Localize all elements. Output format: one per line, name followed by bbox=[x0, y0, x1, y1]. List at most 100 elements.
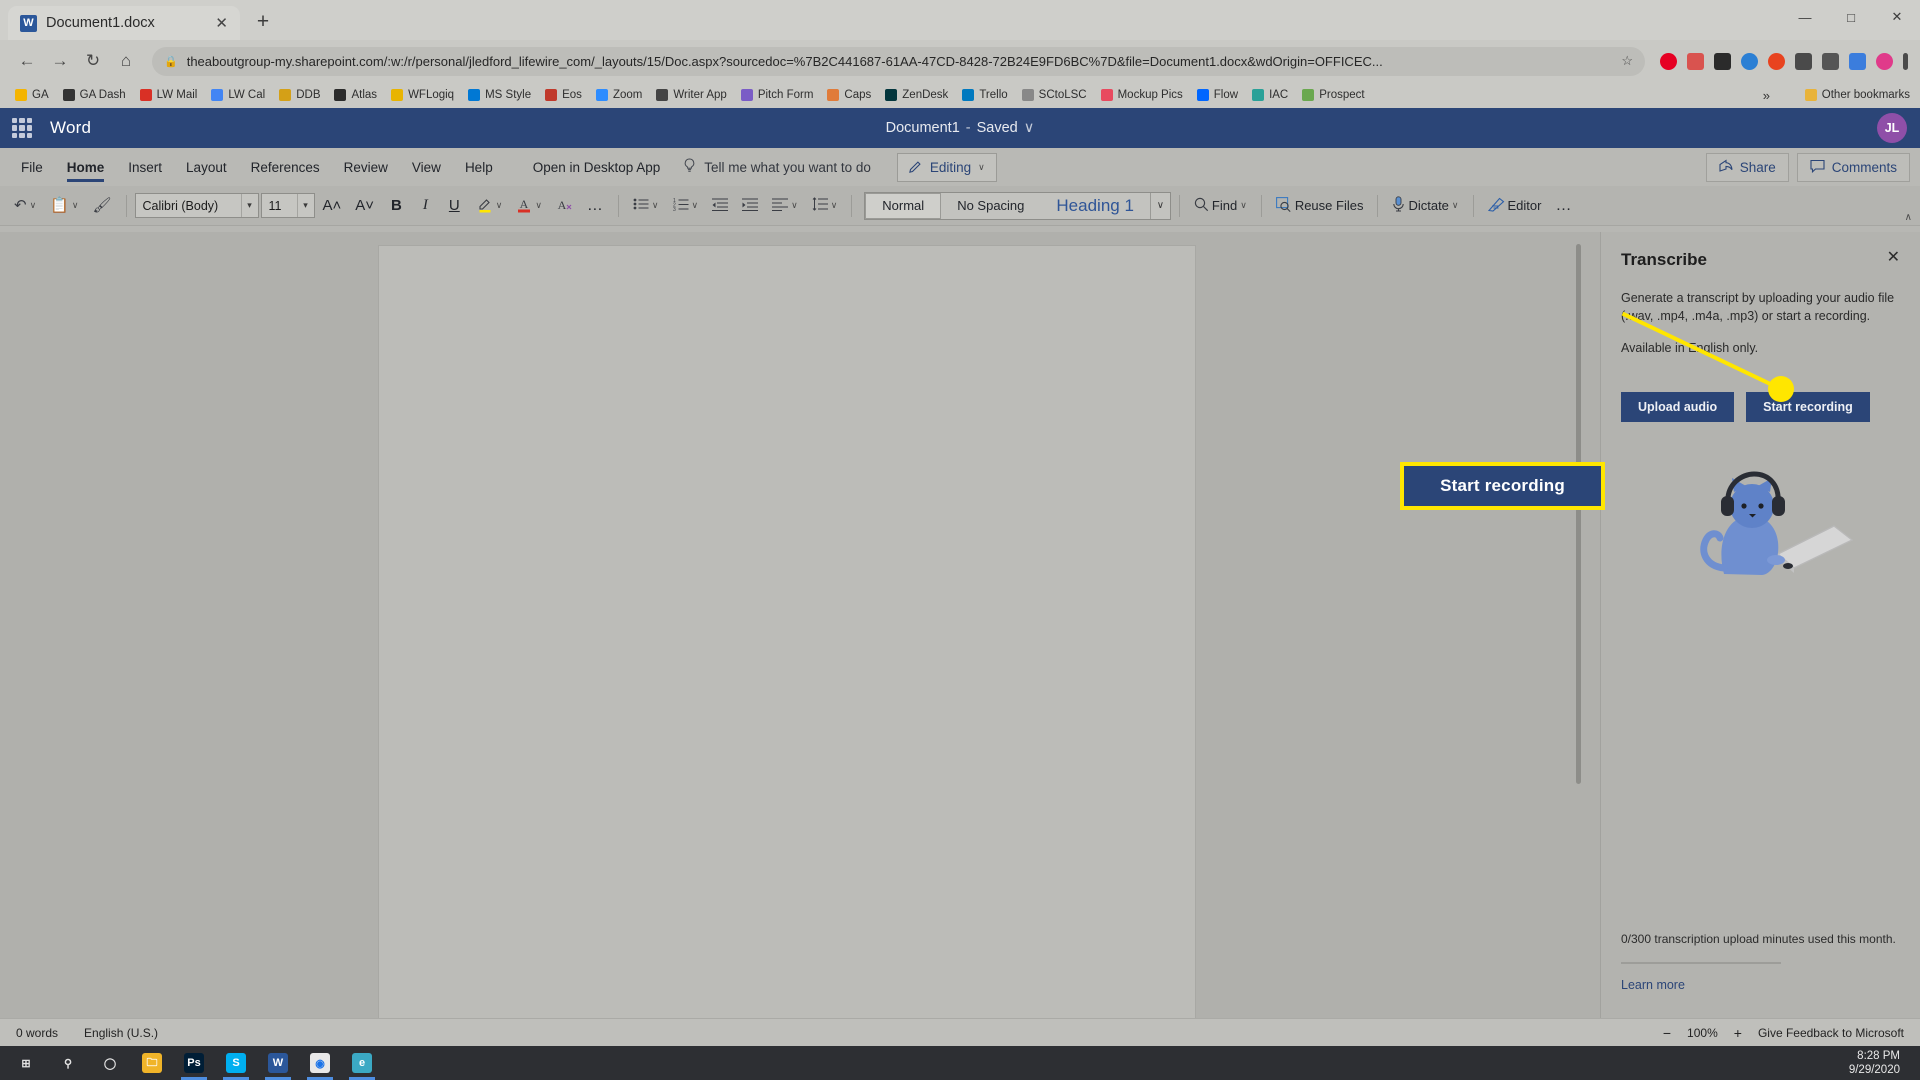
clear-formatting-button[interactable]: A bbox=[550, 192, 579, 220]
bookmark-star-icon[interactable]: ☆ bbox=[1621, 53, 1633, 69]
taskbar-word-app[interactable]: W bbox=[258, 1046, 298, 1080]
menu-item-open-desktop[interactable]: Open in Desktop App bbox=[522, 151, 672, 184]
bookmark-item[interactable]: DDB bbox=[273, 87, 326, 103]
bookmark-item[interactable]: IAC bbox=[1246, 87, 1294, 103]
give-feedback-link[interactable]: Give Feedback to Microsoft bbox=[1758, 1026, 1904, 1040]
other-bookmarks-button[interactable]: Other bookmarks bbox=[1804, 89, 1910, 101]
taskbar-start-button[interactable]: ⊞ bbox=[6, 1046, 46, 1080]
new-tab-button[interactable]: + bbox=[248, 7, 278, 37]
align-button[interactable]: ∨ bbox=[766, 193, 804, 218]
taskbar-task-view-icon[interactable]: ◯ bbox=[90, 1046, 130, 1080]
increase-indent-button[interactable] bbox=[736, 193, 764, 218]
bookmark-item[interactable]: Caps bbox=[821, 87, 877, 103]
bold-button[interactable]: B bbox=[382, 193, 411, 218]
paste-button[interactable]: 📋 ∨ bbox=[44, 194, 84, 217]
app-launcher-icon[interactable] bbox=[12, 118, 32, 138]
menu-item-layout[interactable]: Layout bbox=[175, 151, 238, 184]
underline-button[interactable]: U bbox=[440, 193, 469, 218]
zoom-level[interactable]: 100% bbox=[1687, 1026, 1718, 1040]
upload-audio-button[interactable]: Upload audio bbox=[1621, 392, 1735, 423]
menu-item-file[interactable]: File bbox=[10, 151, 54, 184]
bookmark-item[interactable]: SCtoLSC bbox=[1016, 87, 1093, 103]
format-painter-button[interactable]: 🖌 bbox=[86, 194, 117, 217]
honey-ext-icon[interactable] bbox=[1768, 52, 1785, 70]
bookmark-item[interactable]: ZenDesk bbox=[879, 87, 954, 103]
translate-ext-icon[interactable] bbox=[1849, 52, 1866, 70]
learn-more-link[interactable]: Learn more bbox=[1621, 978, 1900, 992]
bullets-button[interactable]: ∨ bbox=[627, 193, 665, 218]
close-icon[interactable]: ✕ bbox=[1887, 250, 1900, 266]
bookmark-item[interactable]: Prospect bbox=[1296, 87, 1370, 103]
adblock-ext-icon[interactable] bbox=[1714, 52, 1731, 70]
taskbar-search-icon[interactable]: ⚲ bbox=[48, 1046, 88, 1080]
comments-button[interactable]: Comments bbox=[1796, 152, 1910, 182]
menu-item-view[interactable]: View bbox=[401, 151, 452, 184]
home-icon[interactable]: ⌂ bbox=[111, 46, 141, 76]
document-scrollbar[interactable] bbox=[1576, 244, 1581, 784]
style-normal[interactable]: Normal bbox=[865, 192, 942, 219]
close-window-button[interactable]: ✕ bbox=[1874, 0, 1920, 34]
note-ext-icon[interactable] bbox=[1795, 52, 1812, 70]
bookmark-item[interactable]: LW Cal bbox=[205, 87, 271, 103]
tell-me-search[interactable]: Tell me what you want to do bbox=[673, 158, 881, 176]
menu-item-insert[interactable]: Insert bbox=[117, 151, 173, 184]
grow-font-button[interactable]: A˄ bbox=[317, 193, 348, 218]
chevron-down-icon[interactable]: ▾ bbox=[240, 194, 258, 217]
bookmark-item[interactable]: WFLogiq bbox=[385, 87, 460, 103]
dictate-button[interactable]: Dictate ∨ bbox=[1386, 192, 1464, 219]
find-button[interactable]: Find ∨ bbox=[1188, 193, 1253, 219]
minimize-button[interactable]: — bbox=[1782, 0, 1828, 34]
language-indicator[interactable]: English (U.S.) bbox=[84, 1026, 158, 1040]
menu-item-home[interactable]: Home bbox=[56, 151, 116, 184]
ribbon-more-button[interactable]: … bbox=[1549, 193, 1578, 219]
word-count[interactable]: 0 words bbox=[16, 1026, 58, 1040]
taskbar-file-explorer[interactable]: 🗀 bbox=[132, 1046, 172, 1080]
undo-button[interactable]: ↶ ∨ bbox=[8, 194, 42, 217]
share-button[interactable]: Share bbox=[1705, 152, 1789, 182]
zoom-in-button[interactable]: + bbox=[1734, 1025, 1742, 1041]
lastpass-ext-icon[interactable] bbox=[1741, 52, 1758, 70]
font-more-button[interactable]: … bbox=[581, 193, 610, 219]
address-bar[interactable]: 🔒 theaboutgroup-my.sharepoint.com/:w:/r/… bbox=[152, 46, 1645, 76]
italic-button[interactable]: I bbox=[413, 193, 438, 218]
styles-more-button[interactable]: ∨ bbox=[1149, 192, 1170, 219]
bookmark-item[interactable]: GA Dash bbox=[57, 87, 132, 103]
browser-menu-icon[interactable] bbox=[1903, 52, 1908, 70]
maximize-button[interactable]: □ bbox=[1828, 0, 1874, 34]
font-color-button[interactable]: A ∨ bbox=[510, 192, 548, 220]
menu-item-references[interactable]: References bbox=[240, 151, 331, 184]
pinterest-ext-icon[interactable] bbox=[1660, 52, 1677, 70]
avatar[interactable]: JL bbox=[1877, 113, 1907, 143]
numbering-button[interactable]: 123 ∨ bbox=[667, 193, 705, 218]
browser-tab[interactable]: W Document1.docx ✕ bbox=[8, 6, 240, 40]
grammarly-ext-icon[interactable] bbox=[1687, 52, 1704, 70]
back-icon[interactable]: ← bbox=[12, 46, 42, 76]
bookmark-item[interactable]: GA bbox=[9, 87, 55, 103]
taskbar-edge-legacy[interactable]: e bbox=[342, 1046, 382, 1080]
close-icon[interactable]: ✕ bbox=[215, 16, 228, 31]
style-heading-1[interactable]: Heading 1 bbox=[1040, 193, 1150, 219]
bookmarks-overflow-button[interactable]: » bbox=[1763, 88, 1770, 103]
taskbar-chrome[interactable]: ◉ bbox=[300, 1046, 340, 1080]
zoom-out-button[interactable]: − bbox=[1663, 1025, 1671, 1041]
menu-item-review[interactable]: Review bbox=[333, 151, 399, 184]
editing-mode-button[interactable]: Editing ∨ bbox=[896, 152, 997, 182]
font-name-combo[interactable]: Calibri (Body) ▾ bbox=[134, 193, 259, 218]
bookmark-item[interactable]: Mockup Pics bbox=[1095, 87, 1189, 103]
bookmark-item[interactable]: Zoom bbox=[590, 87, 648, 103]
bookmark-item[interactable]: Atlas bbox=[328, 87, 383, 103]
chevron-down-icon[interactable]: ▾ bbox=[296, 194, 314, 217]
line-spacing-button[interactable]: ∨ bbox=[806, 193, 844, 218]
bookmark-item[interactable]: Writer App bbox=[650, 87, 732, 103]
color-ext-icon[interactable] bbox=[1876, 52, 1893, 70]
taskbar-skype[interactable]: S bbox=[216, 1046, 256, 1080]
bookmark-item[interactable]: MS Style bbox=[462, 87, 537, 103]
reuse-files-button[interactable]: Reuse Files bbox=[1270, 193, 1370, 219]
bookmark-item[interactable]: Trello bbox=[956, 87, 1013, 103]
bookmark-item[interactable]: Pitch Form bbox=[735, 87, 820, 103]
taskbar-photoshop[interactable]: Ps bbox=[174, 1046, 214, 1080]
font-size-combo[interactable]: 11 ▾ bbox=[260, 193, 315, 218]
word-brand-label[interactable]: Word bbox=[50, 118, 91, 138]
reload-icon[interactable]: ↻ bbox=[78, 46, 108, 76]
bookmark-item[interactable]: Eos bbox=[539, 87, 588, 103]
